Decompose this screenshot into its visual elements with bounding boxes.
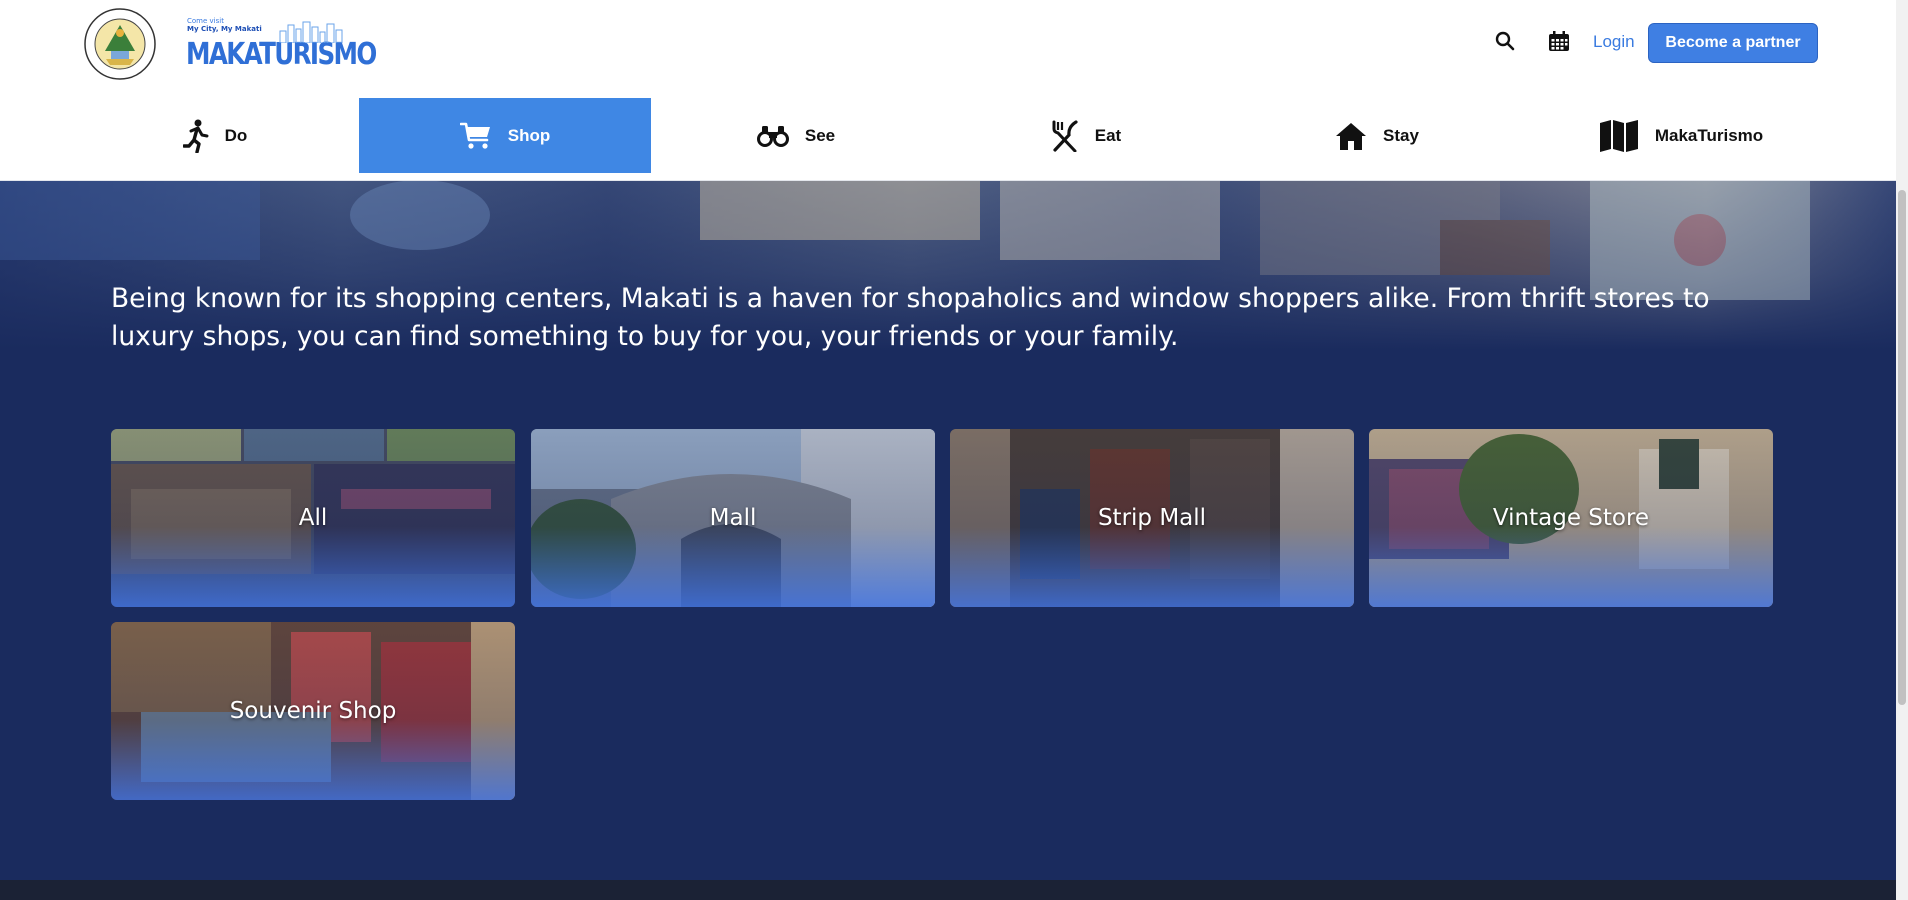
category-card-souvenir-shop[interactable]: Souvenir Shop <box>111 622 515 800</box>
house-icon <box>1336 122 1367 150</box>
nav-label-eat: Eat <box>1094 125 1122 145</box>
category-card-all[interactable]: All <box>111 429 515 607</box>
nav-label-do: Do <box>224 125 248 145</box>
category-card-vintage-store[interactable]: Vintage Store <box>1369 429 1773 607</box>
category-label-strip-mall: Strip Mall <box>1097 505 1207 531</box>
site-header: Come visit My City, My Makati MAKATURISM… <box>0 0 1896 90</box>
page-scrollbar[interactable] <box>1896 0 1908 900</box>
become-a-partner-button[interactable]: Become a partner <box>1648 23 1818 63</box>
category-label-souvenir-shop: Souvenir Shop <box>229 698 397 724</box>
category-card-strip-mall[interactable]: Strip Mall <box>950 429 1354 607</box>
binoculars-icon <box>756 125 789 147</box>
shop-intro-text: Being known for its shopping centers, Ma… <box>111 283 1710 352</box>
search-icon[interactable] <box>1494 30 1516 52</box>
skyline-icon <box>279 21 343 43</box>
nav-label-makaturismo: MakaTurismo <box>1654 125 1764 145</box>
nav-item-eat[interactable]: Eat <box>940 98 1232 173</box>
brand-tagline-2: My City, My Makati <box>187 25 262 33</box>
category-label-mall: Mall <box>709 505 757 531</box>
nav-item-see[interactable]: See <box>650 98 942 173</box>
calendar-icon[interactable] <box>1548 30 1570 52</box>
category-card-mall[interactable]: Mall <box>531 429 935 607</box>
login-link[interactable]: Login <box>1593 32 1635 52</box>
shop-section: Being known for its shopping centers, Ma… <box>0 180 1896 880</box>
makaturismo-logo[interactable]: Come visit My City, My Makati MAKATURISM… <box>186 17 377 73</box>
category-label-vintage-store: Vintage Store <box>1492 505 1650 531</box>
category-label-all: All <box>298 505 328 531</box>
nav-label-stay: Stay <box>1383 125 1419 145</box>
fork-knife-icon <box>1052 119 1078 152</box>
nav-label-see: See <box>804 125 836 145</box>
nav-item-do[interactable]: Do <box>69 98 361 173</box>
nav-item-stay[interactable]: Stay <box>1231 98 1523 173</box>
map-icon <box>1599 119 1638 152</box>
category-nav: Do Shop See Eat Stay MakaTurismo <box>0 89 1896 181</box>
shopping-cart-icon <box>459 122 490 149</box>
running-person-icon <box>182 119 209 153</box>
footer <box>0 880 1896 900</box>
makati-city-seal-logo[interactable] <box>83 7 157 81</box>
brand-tagline-1: Come visit <box>187 17 224 25</box>
nav-label-shop: Shop <box>507 125 551 145</box>
nav-item-shop[interactable]: Shop <box>359 98 651 173</box>
nav-item-makaturismo[interactable]: MakaTurismo <box>1535 98 1827 173</box>
scrollbar-thumb[interactable] <box>1898 190 1906 705</box>
